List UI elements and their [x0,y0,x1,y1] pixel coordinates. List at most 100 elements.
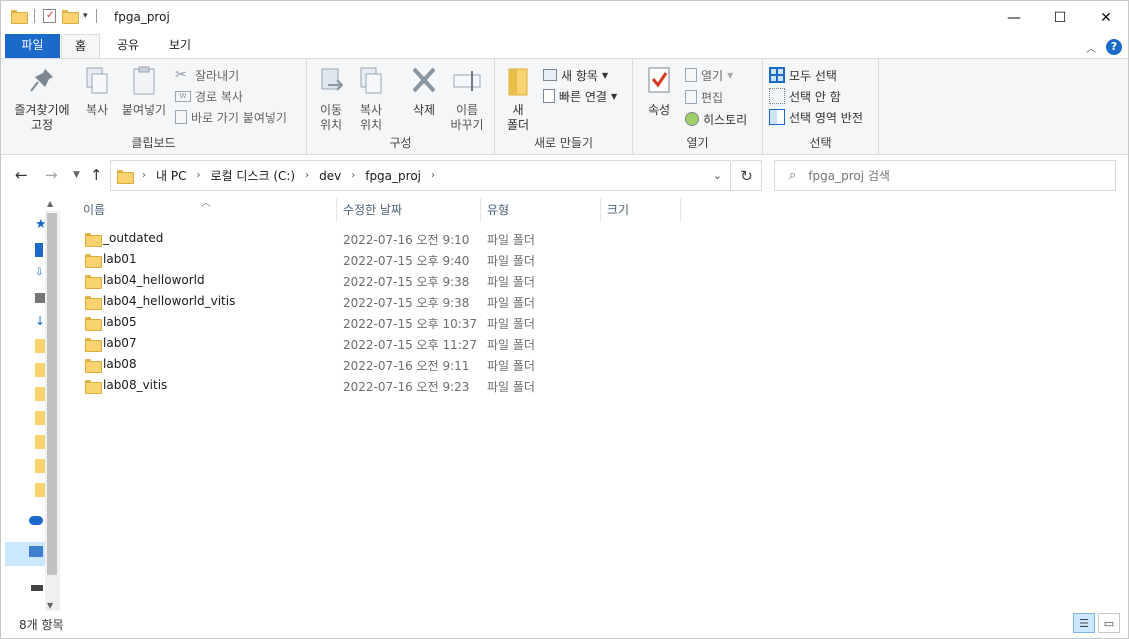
new-group-label: 새로 만들기 [533,136,593,150]
new-item-button[interactable]: 새 항목 ▼ [543,65,608,85]
column-divider[interactable] [336,198,337,222]
title-bar: ✓ ▾ fpga_proj — ☐ ✕ [1,1,1128,34]
folder-icon[interactable] [35,411,45,425]
invert-selection-button[interactable]: 선택 영역 반전 [769,107,863,127]
file-name: lab05 [103,315,137,329]
column-divider[interactable] [600,198,601,222]
details-view-button[interactable]: ☰ [1073,613,1095,633]
this-pc-icon[interactable] [29,546,43,557]
file-row[interactable]: lab04_helloworld_vitis 2022-07-15 오후 9:3… [79,292,679,313]
maximize-button[interactable]: ☐ [1037,1,1083,34]
column-divider[interactable] [680,198,681,222]
up-button[interactable]: ↑ [90,166,103,184]
minimize-button[interactable]: — [991,1,1037,34]
copy-path-button[interactable]: W 경로 복사 [175,86,243,106]
column-header-type[interactable]: 유형 [487,198,599,222]
folder-icon[interactable] [35,387,45,401]
file-row[interactable]: lab05 2022-07-15 오후 10:37 파일 폴더 [79,313,679,334]
move-to-button[interactable]: 이동 위치 [313,65,349,133]
new-folder-button[interactable]: 새 폴더 [503,65,533,133]
breadcrumb-separator[interactable]: › [142,170,146,181]
address-bar[interactable]: › 내 PC › 로컬 디스크 (C:) › dev › fpga_proj ›… [110,160,731,191]
file-row[interactable]: lab04_helloworld 2022-07-15 오후 9:38 파일 폴… [79,271,679,292]
copy-label: 복사 [85,103,109,117]
downloads-icon[interactable]: ⇩ [35,267,45,281]
history-button[interactable]: 히스토리 [685,109,747,129]
search-box[interactable]: ⌕ fpga_proj 검색 [774,160,1116,191]
folder-icon[interactable] [35,435,45,449]
large-icons-view-button[interactable]: ▭ [1098,613,1120,633]
folder-icon[interactable] [35,483,45,497]
edit-button[interactable]: 편집 [685,87,723,107]
file-row[interactable]: lab07 2022-07-15 오후 11:27 파일 폴더 [79,334,679,355]
file-type: 파일 폴더 [487,338,535,352]
drive-icon[interactable] [31,585,43,591]
breadcrumb-separator[interactable]: › [351,170,355,181]
scroll-down-icon[interactable]: ▼ [47,601,53,610]
close-button[interactable]: ✕ [1083,1,1129,34]
new-item-label: 새 항목 [561,68,598,83]
new-item-icon [543,69,557,81]
tab-share[interactable]: 공유 [107,34,149,58]
customize-qat-icon[interactable]: ▾ [83,11,88,21]
column-header-name[interactable]: 이름 [83,198,333,222]
rename-button[interactable]: 이름 바꾸기 [447,65,487,133]
edit-label: 편집 [701,90,724,105]
file-name: lab04_helloworld [103,273,205,287]
copy-button[interactable]: 복사 [79,65,115,118]
column-divider[interactable] [480,198,481,222]
sidebar-scrollbar-thumb[interactable] [47,213,57,575]
file-row[interactable]: lab08_vitis 2022-07-16 오전 9:23 파일 폴더 [79,376,679,397]
tab-file[interactable]: 파일 [5,34,60,58]
breadcrumb-local-disk[interactable]: 로컬 디스크 (C:) [210,167,295,184]
file-row[interactable]: lab01 2022-07-15 오후 9:40 파일 폴더 [79,250,679,271]
drive-icon[interactable] [35,293,45,303]
desktop-icon[interactable] [35,243,43,257]
copy-path-label: 경로 복사 [195,89,243,104]
back-button[interactable]: ← [15,166,28,184]
file-row[interactable]: _outdated 2022-07-16 오전 9:10 파일 폴더 [79,229,679,250]
column-header-size[interactable]: 크기 [607,198,679,222]
refresh-button[interactable]: ↻ [732,160,762,191]
breadcrumb-fpga-proj[interactable]: fpga_proj [365,169,421,183]
open-button[interactable]: 열기 ▼ [685,65,733,85]
address-dropdown-icon[interactable]: ⌄ [713,169,722,182]
arrow-down-icon[interactable]: ↓ [35,315,45,329]
copy-to-button[interactable]: 복사 위치 [353,65,389,133]
divider [34,9,35,23]
recent-locations-button[interactable]: ▼ [73,170,80,180]
quick-access-icon[interactable]: ★ [35,219,45,233]
tab-view[interactable]: 보기 [159,34,201,58]
folder-icon[interactable] [35,363,45,377]
paste-shortcut-button[interactable]: 바로 가기 붙여넣기 [175,107,287,127]
properties-button[interactable]: 속성 [643,65,675,118]
help-icon[interactable]: ? [1106,39,1122,55]
breadcrumb-separator[interactable]: › [196,170,200,181]
onedrive-icon[interactable] [29,516,43,525]
delete-button[interactable]: 삭제 [407,65,441,118]
scroll-up-icon[interactable]: ▲ [47,199,53,208]
paste-button[interactable]: 붙여넣기 [117,65,171,118]
folder-icon[interactable] [35,459,45,473]
select-all-label: 모두 선택 [789,68,837,83]
column-header-date[interactable]: 수정한 날짜 [343,198,479,222]
file-row[interactable]: lab08 2022-07-16 오전 9:11 파일 폴더 [79,355,679,376]
tab-home[interactable]: 홈 [61,34,100,59]
breadcrumb-separator[interactable]: › [431,170,435,181]
chevron-down-icon: ▼ [610,91,618,101]
collapse-ribbon-icon[interactable]: ︿ [1086,40,1096,55]
select-none-button[interactable]: 선택 안 함 [769,86,841,106]
cut-button[interactable]: ✂ 잘라내기 [175,65,239,85]
properties-icon[interactable]: ✓ [43,9,56,23]
select-all-button[interactable]: 모두 선택 [769,65,837,85]
new-folder-icon[interactable] [62,10,79,24]
breadcrumb-dev[interactable]: dev [319,169,341,183]
easy-access-button[interactable]: 빠른 연결 ▼ [543,86,617,106]
forward-button[interactable]: → [45,166,58,184]
pin-quick-access-button[interactable]: 즐겨찾기에 고정 [7,65,77,133]
select-group-label: 선택 [809,136,832,150]
breadcrumb-this-pc[interactable]: 내 PC [156,167,186,184]
folder-icon[interactable] [35,339,45,353]
breadcrumb-separator[interactable]: › [305,170,309,181]
large-icons-view-icon: ▭ [1103,616,1115,630]
